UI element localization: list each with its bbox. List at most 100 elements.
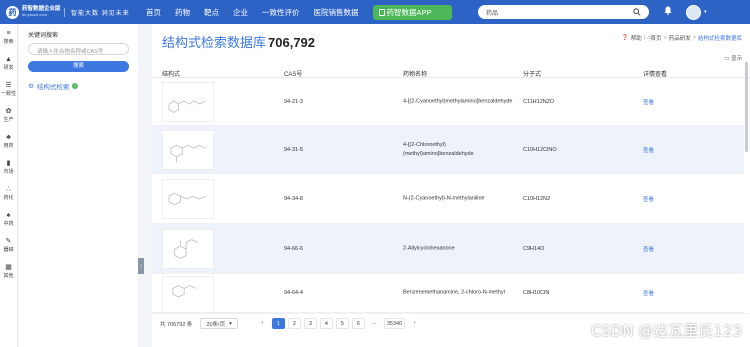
- chevron-left-icon: ‹: [140, 263, 142, 269]
- nav-targets[interactable]: 靶点: [204, 7, 219, 18]
- rail-item-search[interactable]: ≡ 搜索: [0, 24, 17, 50]
- phone-icon: [378, 8, 385, 16]
- molecule-icon: ∴: [6, 185, 11, 193]
- breadcrumb-rd[interactable]: 药品研发: [669, 34, 691, 42]
- formula: C10H12N2: [523, 195, 551, 202]
- page-ellipsis: ...: [372, 320, 377, 326]
- keyword-search-title: 关键词搜索: [28, 33, 59, 39]
- page-size-select[interactable]: 20条/页 ▾: [200, 318, 238, 329]
- collapse-handle[interactable]: ‹: [138, 258, 144, 274]
- rail-item-chem[interactable]: ∴ 药化: [0, 180, 17, 206]
- syringe-icon: ✎: [5, 237, 12, 245]
- brand-logo[interactable]: 药 药智数据企业版 db.yaozh.com: [6, 5, 64, 19]
- col-cas: CAS号: [284, 72, 303, 78]
- structure-icon: ⚙: [28, 83, 34, 90]
- formula: C11H12N2O: [523, 99, 555, 105]
- search-panel: 关键词搜索 请输入化合物名称或CAS号 搜索 ⚙ 结构式检索 ?: [19, 24, 138, 347]
- view-link[interactable]: 查看: [643, 195, 654, 203]
- rail-item-other[interactable]: ▦ 其他: [0, 258, 17, 284]
- total-count: 共 706792 条: [160, 321, 193, 328]
- page-5[interactable]: 5: [335, 318, 349, 329]
- leaf-icon: ♠: [6, 211, 11, 219]
- search-button[interactable]: 搜索: [28, 61, 129, 72]
- nav-home[interactable]: 首页: [146, 7, 161, 18]
- chevron-down-icon[interactable]: ▾: [704, 9, 707, 15]
- view-link[interactable]: 查看: [643, 289, 654, 297]
- display-toggle[interactable]: ▭ 显示: [724, 54, 742, 62]
- drug-name: 2-Allylcyclohexanone: [403, 245, 455, 251]
- brand-slogan: 智能大数 洞见未来: [64, 7, 134, 17]
- watermark: CSDN @达瓦里氏123: [590, 322, 742, 340]
- rail-item-tcm[interactable]: ♠ 中药: [0, 206, 17, 232]
- structure-image[interactable]: [162, 228, 214, 269]
- record-count: 706,792: [268, 35, 316, 50]
- help-icon[interactable]: ?: [72, 83, 79, 89]
- bottle-icon: ▮: [6, 159, 11, 167]
- table-row: 94-34-8 N-(2-Cyanoethyl)-N-methylaniline…: [152, 174, 744, 224]
- structure-search-link[interactable]: ⚙ 结构式检索 ?: [28, 81, 129, 91]
- help-icon[interactable]: ❓: [622, 35, 629, 41]
- monitor-icon: ▭: [724, 56, 730, 62]
- factory-icon: ✿: [5, 107, 12, 115]
- help-link[interactable]: 帮助: [631, 34, 642, 42]
- page-title: 结构式检索数据库 706,792: [162, 35, 316, 50]
- main-nav: 首页 药物 靶点 企业 一致性评价 医院销售数据 药智数据APP: [146, 4, 452, 20]
- formula: C8H10ClN: [523, 290, 550, 296]
- nav-drugs[interactable]: 药物: [175, 7, 190, 18]
- cas-number: 94-31-5: [284, 146, 303, 153]
- breadcrumb-current: 结构式检索数据库: [697, 36, 742, 42]
- col-details: 详情查看: [643, 72, 668, 78]
- view-link[interactable]: 查看: [643, 98, 654, 106]
- global-search[interactable]: 药品: [478, 5, 649, 19]
- drug-name: 4-[(2-Cyanoethyl)methylamino]benzaldehyd…: [403, 98, 513, 105]
- search-menu-icon: ≡: [6, 29, 11, 37]
- rail-item-consistency[interactable]: ☰ 一致性: [0, 76, 17, 102]
- page-3[interactable]: 3: [303, 318, 317, 329]
- list-icon: ☰: [5, 81, 12, 89]
- search-icon[interactable]: [633, 8, 641, 16]
- structure-image[interactable]: [162, 82, 214, 122]
- rail-item-production[interactable]: ✿ 生产: [0, 102, 17, 128]
- pagination: ‹ 1 2 3 4 5 6 ... 35340 ›: [256, 318, 424, 329]
- nav-hospital-sales[interactable]: 医院销售数据: [314, 7, 359, 18]
- col-formula: 分子式: [523, 72, 542, 78]
- drug-name: 4-[(2-Chloroethyl)(methyl)amino]benzalde…: [403, 141, 474, 157]
- avatar[interactable]: [686, 5, 701, 20]
- table-row: 94-21-3 4-[(2-Cyanoethyl)methylamino]ben…: [152, 79, 744, 126]
- page-1[interactable]: 1: [271, 318, 285, 329]
- page-last[interactable]: 35340: [383, 318, 406, 329]
- rail-item-rd[interactable]: ▲ 研发: [0, 50, 17, 76]
- structure-image[interactable]: [162, 178, 214, 219]
- compound-search-input[interactable]: 请输入化合物名称或CAS号: [28, 43, 129, 55]
- col-name: 药物名称: [403, 72, 428, 78]
- grid-icon: ▦: [5, 263, 12, 271]
- table-row: 94-66-6 2-Allylcyclohexanone C9H14O 查看: [152, 224, 744, 274]
- vertical-scrollbar[interactable]: [745, 62, 748, 152]
- rail-item-market[interactable]: ▮ 市场: [0, 154, 17, 180]
- nav-consistency[interactable]: 一致性评价: [262, 7, 300, 18]
- next-page-button[interactable]: ›: [408, 318, 421, 329]
- cas-number: 94-34-8: [284, 195, 303, 202]
- rail-item-device[interactable]: ✎ 器械: [0, 232, 17, 258]
- formula: C10H12ClNO: [523, 146, 557, 153]
- brand-sub: db.yaozh.com: [22, 12, 47, 17]
- page-4[interactable]: 4: [319, 318, 333, 329]
- app-download-button[interactable]: 药智数据APP: [372, 4, 452, 20]
- page-2[interactable]: 2: [287, 318, 301, 329]
- breadcrumb-home[interactable]: 首页: [651, 34, 662, 42]
- structure-image[interactable]: [162, 276, 214, 312]
- view-link[interactable]: 查看: [643, 146, 654, 154]
- pill-icon: ♣: [6, 133, 11, 141]
- top-bar: 药 药智数据企业版 db.yaozh.com 智能大数 洞见未来 首页 药物 靶…: [0, 0, 750, 24]
- structure-image[interactable]: [162, 129, 214, 170]
- nav-companies[interactable]: 企业: [233, 7, 248, 18]
- bell-icon[interactable]: [664, 6, 672, 17]
- search-input[interactable]: 药品: [486, 8, 633, 17]
- prev-page-button[interactable]: ‹: [256, 318, 269, 329]
- drug-name: N-(2-Cyanoethyl)-N-methylaniline: [403, 195, 485, 201]
- rail-item-medication[interactable]: ♣ 用药: [0, 128, 17, 154]
- view-link[interactable]: 查看: [643, 245, 654, 253]
- table-row: 94-64-4 Benzenemethanamine, 2-chloro-N-m…: [152, 274, 744, 313]
- page-6[interactable]: 6: [351, 318, 365, 329]
- flask-icon: ▲: [5, 55, 12, 63]
